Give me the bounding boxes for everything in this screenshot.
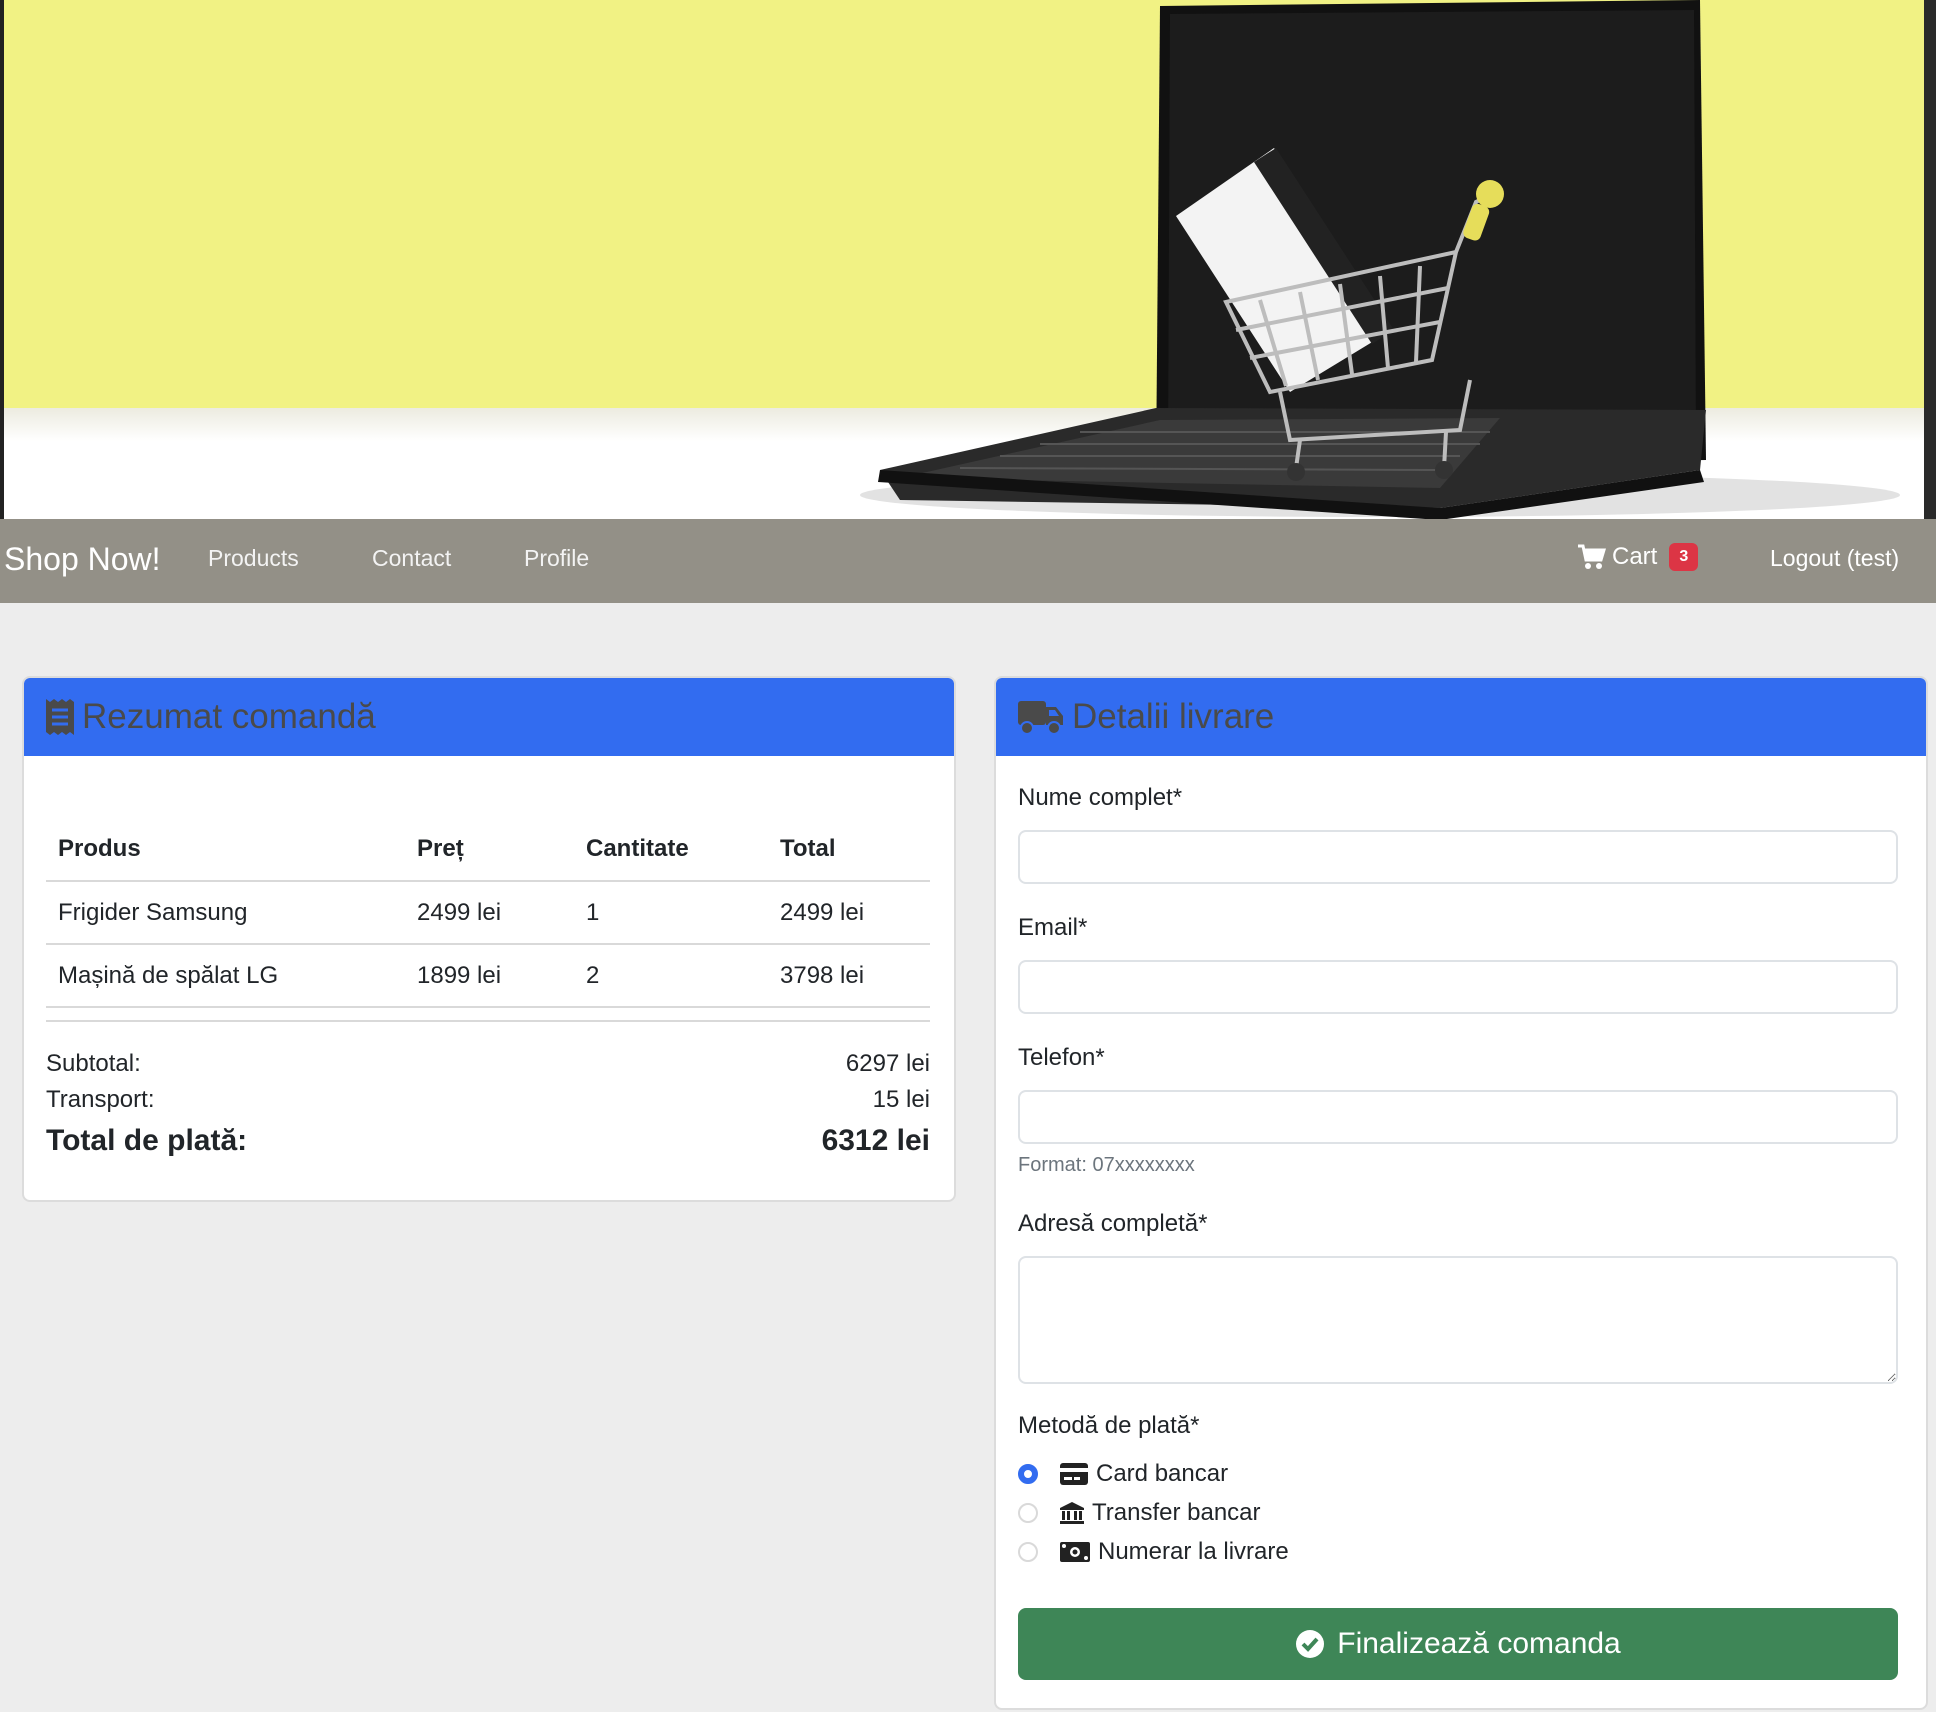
receipt-icon [46, 699, 74, 735]
finalize-order-button[interactable]: Finalizează comanda [1018, 1608, 1898, 1680]
phone-label: Telefon* [1018, 1044, 1105, 1071]
email-input[interactable] [1018, 960, 1898, 1014]
full-name-input[interactable] [1018, 830, 1898, 884]
radio-transfer[interactable] [1018, 1503, 1038, 1523]
table-row: Mașină de spălat LG 1899 lei 2 3798 lei [46, 944, 930, 1008]
nav-products[interactable]: Products [208, 545, 299, 572]
grand-total-row: Total de plată: 6312 lei [46, 1124, 930, 1158]
cell-product: Mașină de spălat LG [46, 944, 405, 1008]
delivery-details-title: Detalii livrare [1072, 697, 1275, 736]
transport-value: 15 lei [872, 1086, 930, 1113]
cart-count-badge: 3 [1669, 543, 1699, 571]
col-header-total: Total [768, 818, 930, 882]
payment-method-label: Metodă de plată* [1018, 1412, 1200, 1439]
logout-link[interactable]: Logout (test) [1770, 545, 1899, 572]
subtotal-label: Subtotal: [46, 1050, 141, 1077]
laptop-shopping-cart-illustration [860, 0, 1900, 519]
payment-option-transfer[interactable]: Transfer bancar [1018, 1499, 1261, 1527]
col-header-quantity: Cantitate [574, 818, 768, 882]
cell-quantity: 2 [574, 944, 768, 1008]
phone-input[interactable] [1018, 1090, 1898, 1144]
transport-label: Transport: [46, 1086, 155, 1113]
address-label: Adresă completă* [1018, 1210, 1208, 1237]
col-header-price: Preț [405, 818, 574, 882]
email-label: Email* [1018, 914, 1088, 941]
table-header-row: Produs Preț Cantitate Total [46, 818, 930, 882]
phone-format-help: Format: 07xxxxxxxx [1018, 1154, 1195, 1176]
order-items-table: Produs Preț Cantitate Total Frigider Sam… [46, 818, 930, 1008]
payment-option-cash[interactable]: Numerar la livrare [1018, 1538, 1289, 1566]
navbar: Shop Now! Products Contact Profile Cart … [0, 519, 1936, 603]
bank-icon [1060, 1502, 1084, 1524]
cart-link[interactable]: Cart 3 [1578, 543, 1699, 571]
summary-divider [46, 1020, 930, 1022]
col-header-product: Produs [46, 818, 405, 882]
cell-price: 1899 lei [405, 944, 574, 1008]
order-summary-card: Rezumat comandă Produs Preț Cantitate To… [22, 676, 956, 1202]
shopping-cart-icon [1578, 544, 1606, 569]
cell-quantity: 1 [574, 881, 768, 945]
cell-price: 2499 lei [405, 881, 574, 945]
cell-product: Frigider Samsung [46, 881, 405, 945]
subtotal-value: 6297 lei [845, 1050, 930, 1077]
delivery-details-header: Detalii livrare [996, 678, 1926, 756]
money-bill-icon [1060, 1542, 1090, 1562]
cell-total: 2499 lei [768, 881, 930, 945]
radio-cash[interactable] [1018, 1542, 1038, 1562]
brand-logo[interactable]: Shop Now! [4, 541, 161, 578]
cell-total: 3798 lei [768, 944, 930, 1008]
credit-card-icon [1060, 1463, 1088, 1485]
nav-contact[interactable]: Contact [372, 545, 451, 572]
grand-total-value: 6312 lei [821, 1124, 930, 1157]
address-textarea[interactable] [1018, 1256, 1898, 1384]
payment-option-label: Card bancar [1096, 1460, 1229, 1487]
payment-option-card[interactable]: Card bancar [1018, 1460, 1228, 1488]
payment-option-label: Transfer bancar [1092, 1499, 1261, 1526]
finalize-order-label: Finalizează comanda [1337, 1627, 1621, 1660]
payment-option-label: Numerar la livrare [1098, 1538, 1289, 1565]
truck-icon [1018, 701, 1063, 735]
order-summary-title: Rezumat comandă [82, 697, 376, 736]
subtotal-row: Subtotal: 6297 lei [46, 1050, 930, 1078]
hero-banner [0, 0, 1936, 519]
delivery-details-card: Detalii livrare Nume complet* Email* Tel… [994, 676, 1928, 1710]
order-summary-header: Rezumat comandă [24, 678, 954, 756]
grand-total-label: Total de plată: [46, 1124, 248, 1157]
nav-profile[interactable]: Profile [524, 545, 589, 572]
table-row: Frigider Samsung 2499 lei 1 2499 lei [46, 881, 930, 945]
check-circle-icon [1296, 1630, 1325, 1658]
transport-row: Transport: 15 lei [46, 1086, 930, 1114]
cart-label: Cart [1612, 543, 1658, 570]
radio-card[interactable] [1018, 1464, 1038, 1484]
full-name-label: Nume complet* [1018, 784, 1183, 811]
